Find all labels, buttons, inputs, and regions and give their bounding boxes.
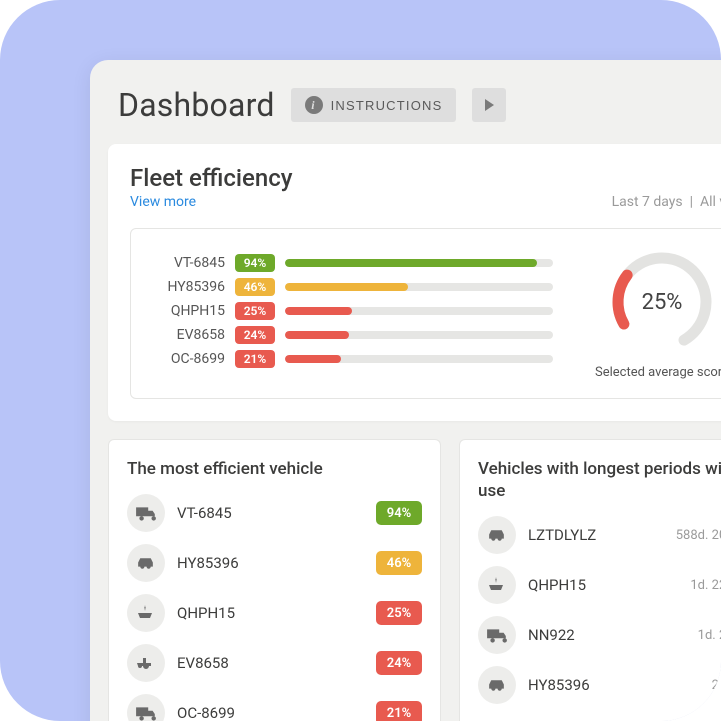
bar-track bbox=[285, 331, 553, 339]
range-scope-text: Last 7 days | All vehicles bbox=[612, 194, 721, 210]
bar-pct-pill: 24% bbox=[235, 326, 275, 344]
vehicle-name: HY85396 bbox=[177, 554, 364, 572]
boat-icon bbox=[478, 566, 516, 604]
card-title: Fleet efficiency bbox=[130, 164, 292, 192]
list-item[interactable]: HY85396 23h 59min bbox=[478, 666, 721, 704]
topbar: Dashboard i INSTRUCTIONS bbox=[90, 60, 721, 144]
info-icon: i bbox=[305, 96, 323, 114]
bar-label: HY85396 bbox=[153, 279, 225, 295]
list-item[interactable]: LZTDLYLZ 588d. 20h 57min bbox=[478, 516, 721, 554]
fleet-efficiency-card: Fleet efficiency View more Last 7 days |… bbox=[108, 144, 721, 421]
efficiency-bars: VT-6845 94% HY85396 46% QHPH15 25% EV8658 24% OC… bbox=[153, 254, 553, 374]
app-window: Dashboard i INSTRUCTIONS Fleet efficienc… bbox=[90, 60, 721, 721]
pct-badge: 24% bbox=[376, 651, 422, 675]
bar-fill bbox=[285, 307, 352, 315]
card-title: Vehicles with longest periods without us… bbox=[478, 458, 721, 502]
gauge-value: 25% bbox=[607, 247, 717, 357]
list-item[interactable]: HY85396 46% bbox=[127, 544, 422, 582]
instructions-label: INSTRUCTIONS bbox=[331, 98, 443, 113]
efficiency-bar-row: QHPH15 25% bbox=[153, 302, 553, 320]
bar-track bbox=[285, 283, 553, 291]
list-item[interactable]: OC-8699 21% bbox=[127, 694, 422, 721]
truck-icon bbox=[127, 494, 165, 532]
vehicle-name: OC-8699 bbox=[177, 704, 364, 721]
page-title: Dashboard bbox=[118, 86, 275, 124]
efficiency-bar-row: OC-8699 21% bbox=[153, 350, 553, 368]
bar-pct-pill: 94% bbox=[235, 254, 275, 272]
list-item[interactable]: NN922 1d. 2h 49min bbox=[478, 616, 721, 654]
efficiency-bar-row: EV8658 24% bbox=[153, 326, 553, 344]
play-icon bbox=[485, 99, 494, 111]
vehicle-name: EV8658 bbox=[177, 654, 364, 672]
bar-fill bbox=[285, 259, 537, 267]
bar-label: EV8658 bbox=[153, 327, 225, 343]
list-item[interactable]: QHPH15 1d. 22h 33min bbox=[478, 566, 721, 604]
vehicle-name: HY85396 bbox=[528, 676, 700, 694]
instructions-button[interactable]: i INSTRUCTIONS bbox=[291, 88, 457, 122]
idle-duration: 1d. 22h 33min bbox=[690, 578, 721, 593]
car-icon bbox=[127, 544, 165, 582]
most-efficient-card: The most efficient vehicle VT-6845 94% HY8… bbox=[108, 439, 441, 721]
play-button[interactable] bbox=[472, 88, 506, 122]
bar-label: OC-8699 bbox=[153, 351, 225, 367]
car-icon bbox=[478, 666, 516, 704]
truck-icon bbox=[478, 616, 516, 654]
bottom-row: The most efficient vehicle VT-6845 94% HY8… bbox=[108, 439, 721, 721]
efficiency-bar-row: VT-6845 94% bbox=[153, 254, 553, 272]
bar-track bbox=[285, 307, 553, 315]
bar-fill bbox=[285, 355, 341, 363]
gauge: 25% Selected average score bbox=[577, 247, 721, 380]
idle-duration: 1d. 2h 49min bbox=[698, 628, 721, 643]
vehicle-name: VT-6845 bbox=[177, 504, 364, 522]
vehicle-name: LZTDLYLZ bbox=[528, 526, 664, 544]
bar-pct-pill: 25% bbox=[235, 302, 275, 320]
pct-badge: 94% bbox=[376, 501, 422, 525]
bar-pct-pill: 21% bbox=[235, 350, 275, 368]
efficiency-bar-row: HY85396 46% bbox=[153, 278, 553, 296]
card-title: The most efficient vehicle bbox=[127, 458, 422, 480]
bar-track bbox=[285, 259, 553, 267]
bar-label: QHPH15 bbox=[153, 303, 225, 319]
bar-fill bbox=[285, 283, 408, 291]
list-item[interactable]: EV8658 24% bbox=[127, 644, 422, 682]
idle-duration: 588d. 20h 57min bbox=[676, 528, 721, 543]
longest-idle-card: Vehicles with longest periods without us… bbox=[459, 439, 721, 721]
list-item[interactable]: QHPH15 25% bbox=[127, 594, 422, 632]
truck-icon bbox=[127, 694, 165, 721]
efficiency-panel: VT-6845 94% HY85396 46% QHPH15 25% EV8658 24% OC… bbox=[130, 228, 721, 399]
vehicle-name: NN922 bbox=[528, 626, 686, 644]
pct-badge: 25% bbox=[376, 601, 422, 625]
bar-fill bbox=[285, 331, 349, 339]
idle-duration: 23h 59min bbox=[712, 678, 721, 693]
pct-badge: 21% bbox=[376, 701, 422, 721]
boat-icon bbox=[127, 594, 165, 632]
vehicle-name: QHPH15 bbox=[528, 576, 678, 594]
pct-badge: 46% bbox=[376, 551, 422, 575]
vehicle-name: QHPH15 bbox=[177, 604, 364, 622]
car-icon bbox=[478, 516, 516, 554]
bar-label: VT-6845 bbox=[153, 255, 225, 271]
view-more-link[interactable]: View more bbox=[130, 194, 196, 210]
tractor-icon bbox=[127, 644, 165, 682]
list-item[interactable]: VT-6845 94% bbox=[127, 494, 422, 532]
bar-track bbox=[285, 355, 553, 363]
bar-pct-pill: 46% bbox=[235, 278, 275, 296]
